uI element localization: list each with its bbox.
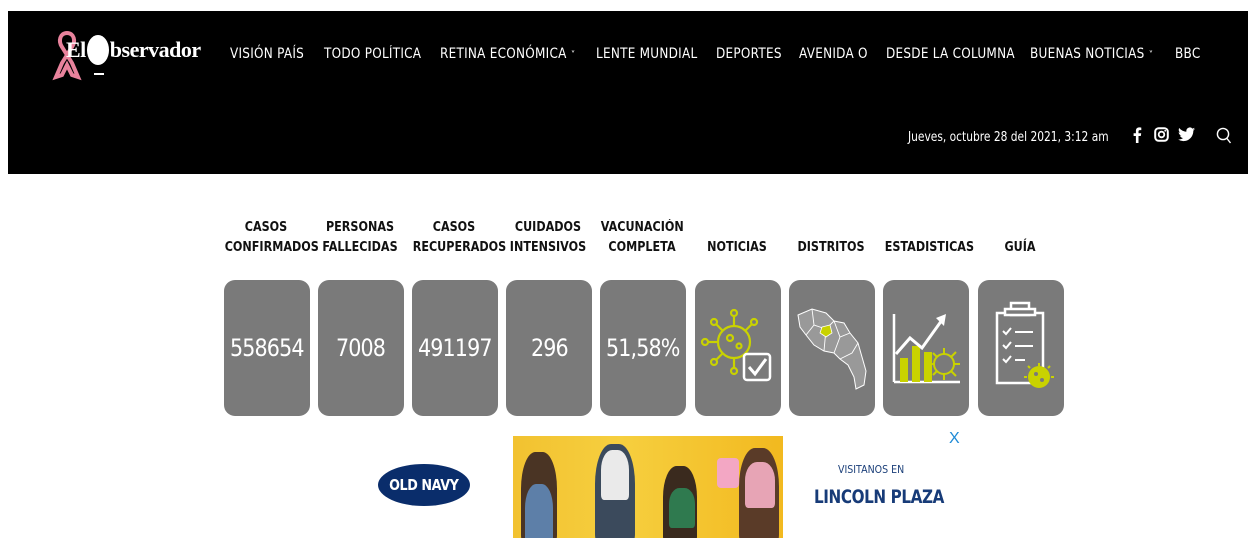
twitter-icon[interactable] — [1178, 127, 1195, 147]
instagram-icon[interactable] — [1154, 127, 1169, 147]
nav-label: BBC — [1175, 46, 1201, 62]
search-icon[interactable] — [1216, 127, 1232, 150]
ad-location-text: LINCOLN PLAZA — [814, 486, 945, 508]
stat-label-line: PERSONAS — [325, 220, 395, 235]
stat-label-line: CASOS — [432, 220, 476, 235]
clipboard-icon — [995, 301, 1054, 388]
stat-value: 296 — [530, 334, 569, 362]
logo-underline — [94, 73, 104, 75]
tile-casos-recuperados[interactable]: 491197 — [412, 280, 498, 416]
stat-value: 51,58% — [606, 334, 680, 362]
stat-label-estadisticas: ESTADISTICAS — [884, 218, 975, 258]
ad-person-clothing — [745, 462, 775, 508]
tile-noticias[interactable] — [695, 280, 781, 416]
stat-label-line: INTENSIVOS — [509, 240, 587, 255]
stat-label-line: CONFIRMADOS — [224, 240, 319, 255]
nav-label: DEPORTES — [716, 46, 782, 62]
nav-label: DESDE LA COLUMNA — [886, 46, 1015, 62]
stat-label-line: ESTADISTICAS — [884, 240, 975, 255]
stat-label-personas-fallecidas: PERSONAS FALLECIDAS — [319, 218, 402, 258]
nav-item-todo-politica[interactable]: TODO POLÍTICA — [324, 45, 454, 63]
nav-item-desde-la-columna[interactable]: DESDE LA COLUMNA — [886, 45, 1053, 63]
stat-label-line: GUÍA — [1004, 240, 1036, 255]
nav-label-text: BUENAS NOTICIAS — [1030, 46, 1145, 62]
stat-label-line: COMPLETA — [608, 240, 676, 255]
tile-personas-fallecidas[interactable]: 7008 — [318, 280, 404, 416]
stat-label-line: CUIDADOS — [514, 220, 582, 235]
nav-label: TODO POLÍTICA — [324, 46, 422, 62]
stat-label-guia: GUÍA — [979, 218, 1062, 258]
virus-check-icon — [700, 308, 772, 382]
nav-item-lente-mundial[interactable]: LENTE MUNDIAL — [596, 45, 731, 63]
nav-label: RETINA ECONÓMICA ˅ — [440, 46, 576, 62]
nav-label: LENTE MUNDIAL — [596, 46, 698, 62]
ad-person-clothing — [525, 484, 553, 538]
nav-item-vision-pais[interactable]: VISIÓN PAÍS — [230, 45, 333, 63]
logo-wordmark: El bservador — [66, 35, 201, 67]
stat-label-line: CASOS — [244, 220, 288, 235]
ad-visit-text: VISITANOS EN — [838, 463, 905, 476]
nav-label-text: RETINA ECONÓMICA — [440, 46, 567, 62]
logo-suffix: bservador — [109, 37, 201, 63]
nav-item-avenida-o[interactable]: AVENIDA O — [799, 45, 896, 63]
tile-guia[interactable] — [978, 280, 1064, 416]
ad-person-clothing — [601, 450, 629, 500]
tile-casos-confirmados[interactable]: 558654 — [224, 280, 310, 416]
current-date: Jueves, octubre 28 del 2021, 3:12 am — [908, 130, 1109, 145]
stat-label-line: RECUPERADOS — [412, 240, 507, 255]
old-navy-logo: OLD NAVY — [378, 464, 470, 506]
nav-item-deportes[interactable]: DEPORTES — [716, 45, 809, 63]
stat-value: 7008 — [336, 334, 386, 362]
stat-label-casos-recuperados: CASOS RECUPERADOS — [412, 218, 507, 258]
nav-item-bbc[interactable]: BBC — [1175, 45, 1222, 63]
stat-label-vacunacion-completa: VACUNACIÓN COMPLETA — [601, 218, 684, 258]
logo-prefix: El — [66, 37, 86, 63]
stat-label-distritos: DISTRITOS — [790, 218, 873, 258]
site-logo[interactable]: El bservador — [52, 27, 202, 81]
stat-label-line — [885, 218, 968, 238]
ad-bag — [717, 458, 739, 488]
stat-label-line: VACUNACIÓN — [600, 220, 684, 235]
ad-person-clothing — [669, 488, 695, 528]
advertisement-banner[interactable]: OLD NAVY X VISITANOS EN LINCOLN PLAZA — [330, 430, 970, 538]
map-icon — [797, 308, 867, 390]
page: El bservador VISIÓN PAÍS TODO POLÍTICA RE… — [0, 0, 1248, 538]
stat-label-line: DISTRITOS — [797, 240, 865, 255]
old-navy-label: OLD NAVY — [389, 476, 459, 494]
stat-label-line — [979, 218, 1062, 238]
stat-label-line: FALLECIDAS — [322, 240, 398, 255]
stat-value: 491197 — [418, 334, 492, 362]
nav-label: BUENAS NOTICIAS ˅ — [1030, 46, 1153, 62]
ad-photo — [513, 436, 783, 538]
logo-o-mark — [86, 35, 109, 65]
tile-distritos[interactable] — [789, 280, 875, 416]
stat-label-casos-confirmados: CASOS CONFIRMADOS — [224, 218, 319, 258]
stat-label-line: NOTICIAS — [707, 240, 767, 255]
ad-close-button[interactable]: X — [949, 430, 960, 448]
tile-vacunacion-completa[interactable]: 51,58% — [600, 280, 686, 416]
tile-cuidados-intensivos[interactable]: 296 — [506, 280, 592, 416]
stat-label-noticias: NOTICIAS — [696, 218, 779, 258]
site-header: El bservador VISIÓN PAÍS TODO POLÍTICA RE… — [8, 11, 1248, 174]
facebook-icon[interactable] — [1132, 127, 1142, 148]
stat-value: 558654 — [230, 334, 304, 362]
stat-label-line — [790, 218, 873, 238]
nav-item-retina-economica[interactable]: RETINA ECONÓMICA ˅ — [440, 45, 615, 63]
nav-item-buenas-noticias[interactable]: BUENAS NOTICIAS ˅ — [1030, 45, 1190, 63]
nav-label: AVENIDA O — [799, 46, 868, 62]
chevron-down-icon: ˅ — [570, 50, 576, 61]
stat-label-cuidados-intensivos: CUIDADOS INTENSIVOS — [507, 218, 590, 258]
stat-label-line — [696, 218, 779, 238]
chart-virus-icon — [892, 314, 960, 384]
chevron-down-icon: ˅ — [1148, 50, 1154, 61]
tile-estadisticas[interactable] — [883, 280, 969, 416]
nav-label: VISIÓN PAÍS — [230, 46, 305, 62]
